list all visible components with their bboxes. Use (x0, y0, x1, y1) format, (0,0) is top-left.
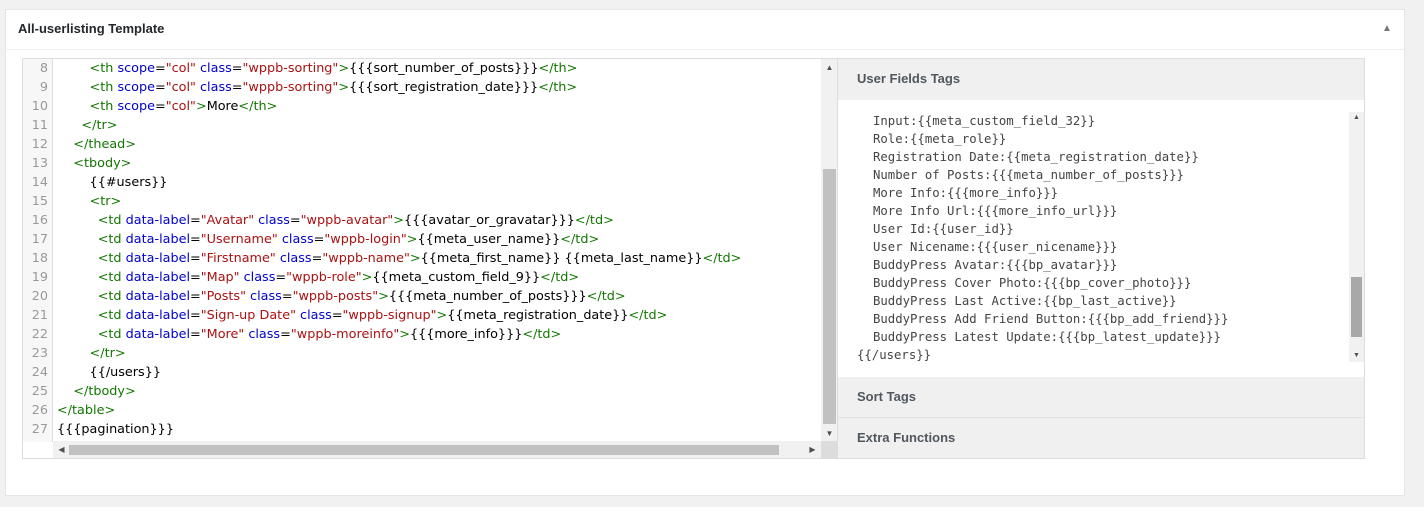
horizontal-scroll-thumb[interactable] (69, 445, 779, 455)
tags-scroll-down-icon[interactable]: ▼ (1349, 350, 1364, 362)
line-number: 12 (31, 137, 48, 152)
code-text[interactable]: <th scope="col" class="wppb-sorting">{{{… (57, 78, 578, 97)
sort-tags-heading[interactable]: Sort Tags (838, 377, 1364, 417)
code-text[interactable]: <tbody> (57, 154, 131, 173)
code-text[interactable]: </tr> (57, 116, 117, 135)
code-text[interactable]: <td data-label="Avatar" class="wppb-avat… (57, 211, 614, 230)
code-line[interactable]: 8 <th scope="col" class="wppb-sorting">{… (23, 59, 821, 78)
tags-scroll-up-icon[interactable]: ▲ (1349, 112, 1364, 124)
code-line[interactable]: 25 </tbody> (23, 382, 821, 401)
code-line[interactable]: 13 <tbody> (23, 154, 821, 173)
user-field-tag: More Info:{{{more_info}}} (873, 186, 1059, 200)
panel-header: All-userlisting Template ▲ (6, 10, 1404, 50)
code-line[interactable]: 26 </table> (23, 401, 821, 420)
scroll-right-icon[interactable]: ▶ (804, 441, 821, 458)
user-field-tag: User Id:{{user_id}} (873, 222, 1014, 236)
code-text[interactable]: <td data-label="Username" class="wppb-lo… (57, 230, 599, 249)
user-fields-tags-list: ▲ ▼ Input:{{meta_custom_field_32}} Role:{… (838, 100, 1364, 378)
code-text[interactable]: </table> (57, 401, 115, 420)
code-line[interactable]: 10 <th scope="col">More</th> (23, 97, 821, 116)
code-lines[interactable]: 8 <th scope="col" class="wppb-sorting">{… (23, 59, 821, 442)
line-number: 19 (31, 270, 48, 285)
code-line[interactable]: 11 </tr> (23, 116, 821, 135)
line-number: 17 (31, 232, 48, 247)
code-line[interactable]: 23 </tr> (23, 344, 821, 363)
line-number: 26 (31, 403, 48, 418)
code-text[interactable]: <td data-label="Map" class="wppb-role">{… (57, 268, 579, 287)
user-field-tag: BuddyPress Cover Photo:{{{bp_cover_photo… (873, 276, 1192, 290)
user-field-tag: BuddyPress Latest Update:{{{bp_latest_up… (873, 330, 1221, 344)
code-line[interactable]: 21 <td data-label="Sign-up Date" class="… (23, 306, 821, 325)
line-number: 13 (31, 156, 48, 171)
code-text[interactable]: <td data-label="More" class="wppb-morein… (57, 325, 562, 344)
panel-title: All-userlisting Template (18, 21, 165, 36)
line-number: 10 (31, 99, 48, 114)
code-text[interactable]: <td data-label="Firstname" class="wppb-n… (57, 249, 742, 268)
code-line[interactable]: 15 <tr> (23, 192, 821, 211)
line-number: 18 (31, 251, 48, 266)
users-closing-tag: {{/users}} (857, 348, 932, 362)
user-field-tag: Number of Posts:{{{meta_number_of_posts}… (873, 168, 1184, 182)
user-field-tag: Registration Date:{{meta_registration_da… (873, 150, 1199, 164)
tags-vertical-scrollbar[interactable]: ▲ ▼ (1349, 112, 1364, 362)
code-text[interactable]: {{/users}} (57, 363, 161, 382)
code-text[interactable]: </thead> (57, 135, 136, 154)
code-line[interactable]: 9 <th scope="col" class="wppb-sorting">{… (23, 78, 821, 97)
tags-scroll-thumb[interactable] (1351, 277, 1362, 337)
code-line[interactable]: 22 <td data-label="More" class="wppb-mor… (23, 325, 821, 344)
line-number: 14 (31, 175, 48, 190)
code-text[interactable]: </tr> (57, 344, 126, 363)
line-number: 20 (31, 289, 48, 304)
line-number: 25 (31, 384, 48, 399)
line-number: 24 (31, 365, 48, 380)
user-field-tag: Role:{{meta_role}} (873, 132, 1007, 146)
code-text[interactable]: <td data-label="Sign-up Date" class="wpp… (57, 306, 668, 325)
editor-horizontal-scrollbar[interactable]: ◀ ▶ (53, 441, 821, 458)
line-number: 21 (31, 308, 48, 323)
code-text[interactable]: <th scope="col">More</th> (57, 97, 278, 116)
editor-vertical-scrollbar[interactable]: ▲ ▼ (821, 59, 838, 442)
line-number: 11 (31, 118, 48, 133)
user-field-tag: BuddyPress Add Friend Button:{{{bp_add_f… (873, 312, 1229, 326)
code-editor[interactable]: 8 <th scope="col" class="wppb-sorting">{… (22, 58, 839, 459)
user-field-tag: BuddyPress Avatar:{{{bp_avatar}}} (873, 258, 1118, 272)
scrollbar-corner (821, 441, 838, 458)
scroll-up-icon[interactable]: ▲ (821, 59, 838, 76)
line-number: 9 (39, 80, 48, 95)
code-text[interactable]: <tr> (57, 192, 122, 211)
code-line[interactable]: 19 <td data-label="Map" class="wppb-role… (23, 268, 821, 287)
scroll-down-icon[interactable]: ▼ (821, 425, 838, 442)
user-field-tag: BuddyPress Last Active:{{bp_last_active}… (873, 294, 1177, 308)
code-line[interactable]: 27 {{{pagination}}} (23, 420, 821, 439)
line-number: 23 (31, 346, 48, 361)
code-line[interactable]: 16 <td data-label="Avatar" class="wppb-a… (23, 211, 821, 230)
line-number: 27 (31, 422, 48, 437)
code-text[interactable]: {{{pagination}}} (57, 420, 174, 439)
code-line[interactable]: 14 {{#users}} (23, 173, 821, 192)
user-field-tag: More Info Url:{{{more_info_url}}} (873, 204, 1118, 218)
code-text[interactable]: </tbody> (57, 382, 135, 401)
scroll-left-icon[interactable]: ◀ (53, 441, 70, 458)
collapse-toggle-icon[interactable]: ▲ (1380, 22, 1394, 36)
code-line[interactable]: 18 <td data-label="Firstname" class="wpp… (23, 249, 821, 268)
user-fields-tags-heading[interactable]: User Fields Tags (838, 59, 1364, 99)
line-number: 15 (31, 194, 48, 209)
line-number: 16 (31, 213, 48, 228)
code-text[interactable]: <td data-label="Posts" class="wppb-posts… (57, 287, 626, 306)
vertical-scroll-thumb[interactable] (823, 169, 836, 424)
code-line[interactable]: 20 <td data-label="Posts" class="wppb-po… (23, 287, 821, 306)
user-field-tag: Input:{{meta_custom_field_32}} (873, 114, 1096, 128)
code-line[interactable]: 17 <td data-label="Username" class="wppb… (23, 230, 821, 249)
line-number: 22 (31, 327, 48, 342)
user-field-tag: User Nicename:{{{user_nicename}}} (873, 240, 1118, 254)
tags-panel: User Fields Tags ▲ ▼ Input:{{meta_custom… (837, 58, 1365, 459)
code-line[interactable]: 24 {{/users}} (23, 363, 821, 382)
code-text[interactable]: <th scope="col" class="wppb-sorting">{{{… (57, 59, 578, 78)
extra-functions-heading[interactable]: Extra Functions (838, 418, 1364, 458)
code-text[interactable]: {{#users}} (57, 173, 168, 192)
line-number: 8 (39, 61, 48, 76)
code-line[interactable]: 12 </thead> (23, 135, 821, 154)
